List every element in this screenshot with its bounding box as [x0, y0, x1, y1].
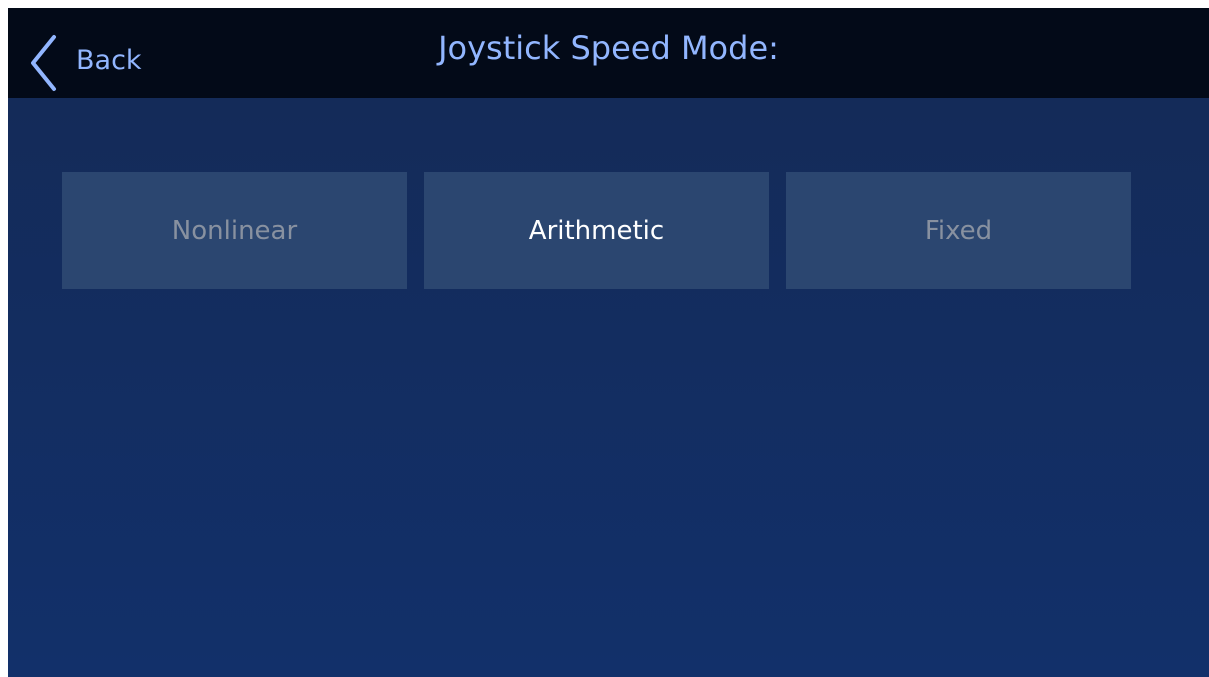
- option-label: Fixed: [924, 215, 993, 246]
- speed-mode-screen: Joystick Speed Mode: Back Nonlinear Arit…: [8, 8, 1209, 677]
- option-nonlinear[interactable]: Nonlinear: [62, 172, 407, 289]
- option-label: Arithmetic: [528, 215, 665, 246]
- speed-mode-options: Nonlinear Arithmetic Fixed: [62, 172, 1131, 289]
- option-arithmetic[interactable]: Arithmetic: [424, 172, 769, 289]
- page-title: Joystick Speed Mode:: [438, 29, 779, 67]
- top-bar: Joystick Speed Mode: Back: [8, 8, 1209, 98]
- back-label: Back: [76, 44, 142, 76]
- option-label: Nonlinear: [171, 215, 298, 246]
- back-button[interactable]: Back: [28, 28, 178, 98]
- chevron-left-icon: [28, 34, 58, 92]
- option-fixed[interactable]: Fixed: [786, 172, 1131, 289]
